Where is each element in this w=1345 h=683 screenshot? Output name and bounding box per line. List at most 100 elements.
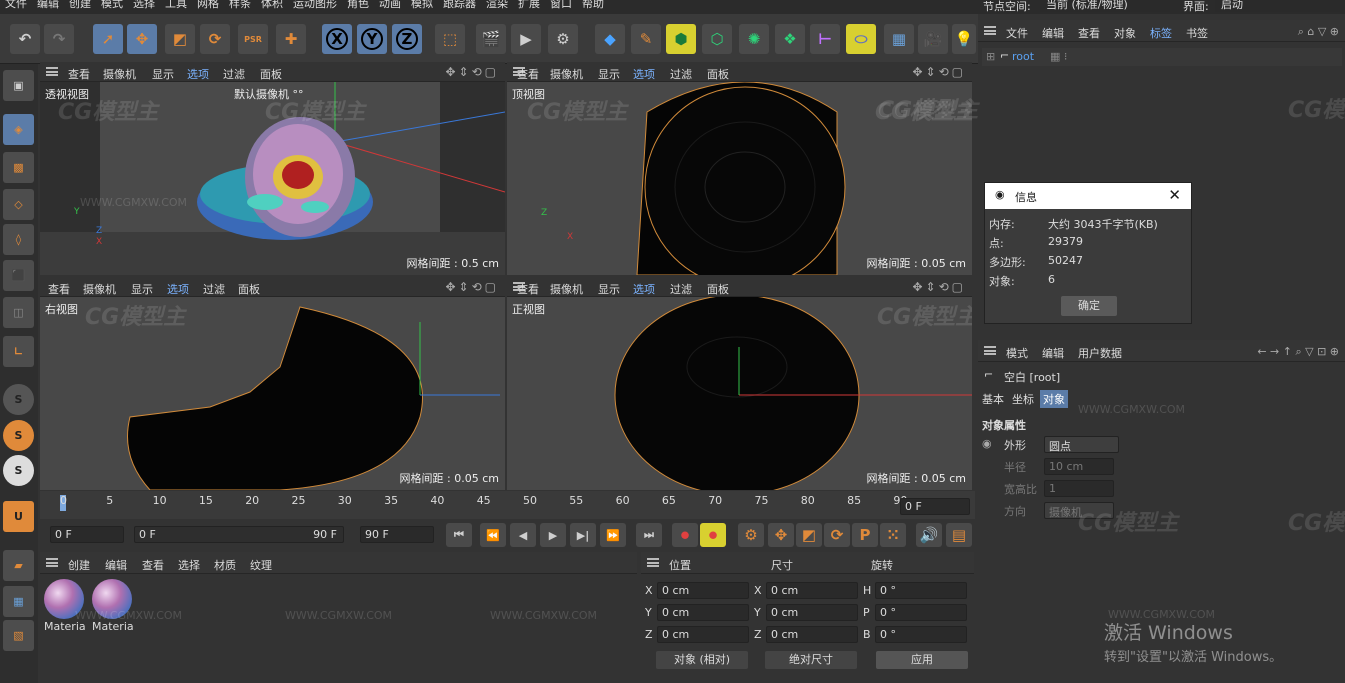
uv-mode-icon[interactable]: ◫ bbox=[3, 297, 34, 328]
viewport-nav-icons[interactable]: ✥⇕⟲▢ bbox=[912, 65, 966, 79]
mat-menu-edit[interactable]: 编辑 bbox=[105, 557, 127, 573]
go-to-start-icon[interactable]: ⏮ bbox=[446, 523, 472, 547]
redo-icon[interactable]: ↷ bbox=[44, 24, 74, 54]
vp-menu-options[interactable]: 选项 bbox=[167, 281, 189, 297]
vp-menu-display[interactable]: 显示 bbox=[131, 281, 153, 297]
floor-icon[interactable]: ▦ bbox=[884, 24, 914, 54]
next-key-icon[interactable]: ⏩ bbox=[600, 523, 626, 547]
select-tool-icon[interactable]: ➚ bbox=[93, 24, 123, 54]
vp-menu-options[interactable]: 选项 bbox=[633, 66, 655, 82]
key-rotation-icon[interactable]: ⟳ bbox=[824, 523, 850, 547]
size-mode-select[interactable]: 绝对尺寸 bbox=[765, 651, 857, 669]
menu-item[interactable]: 体积 bbox=[261, 0, 283, 9]
z-axis-button[interactable]: Z bbox=[392, 24, 422, 54]
timeline-ruler[interactable]: 051015202530354045505560657075808590 bbox=[40, 491, 975, 519]
x-axis-button[interactable]: X bbox=[322, 24, 352, 54]
mat-menu-select[interactable]: 选择 bbox=[178, 557, 200, 573]
menu-item[interactable]: 文件 bbox=[5, 0, 27, 9]
rotate-tool-icon[interactable]: ⟳ bbox=[200, 24, 230, 54]
am-menu-userdata[interactable]: 用户数据 bbox=[1078, 345, 1122, 361]
vp-menu-camera[interactable]: 摄像机 bbox=[550, 281, 583, 297]
vp-menu-panel[interactable]: 面板 bbox=[707, 66, 729, 82]
cloner-icon[interactable]: ✺ bbox=[739, 24, 769, 54]
tree-row-root[interactable]: ⊞ ⌐ root ▦ ⁝ bbox=[982, 48, 1342, 66]
frame-range-slider[interactable]: 0 F 90 F bbox=[134, 526, 344, 543]
aspect-field[interactable]: 1 bbox=[1044, 480, 1114, 497]
play-icon[interactable]: ▶ bbox=[540, 523, 566, 547]
coordinate-system-icon[interactable]: ⬚ bbox=[435, 24, 465, 54]
om-menu-objects[interactable]: 对象 bbox=[1114, 25, 1136, 41]
menu-item[interactable]: 运动图形 bbox=[293, 0, 337, 9]
am-menu-mode[interactable]: 模式 bbox=[1006, 345, 1028, 361]
viewport-canvas[interactable]: 透视视图 默认摄像机 °° 网格间距 : 0.5 cm Y Z X CG模型主 … bbox=[40, 82, 505, 275]
y-axis-button[interactable]: Y bbox=[357, 24, 387, 54]
snap-s3-icon[interactable]: S bbox=[3, 455, 34, 486]
tab-basic[interactable]: 基本 bbox=[982, 391, 1004, 407]
material-item[interactable]: Materia bbox=[44, 579, 88, 633]
menu-item[interactable]: 模拟 bbox=[411, 0, 433, 9]
am-menu-edit[interactable]: 编辑 bbox=[1042, 345, 1064, 361]
camera-icon[interactable]: 🎥 bbox=[918, 24, 948, 54]
menu-item[interactable]: 渲染 bbox=[486, 0, 508, 9]
vp-menu-view[interactable]: 查看 bbox=[48, 281, 70, 297]
next-frame-icon[interactable]: ▶| bbox=[570, 523, 596, 547]
workplane-icon[interactable]: ▰ bbox=[3, 550, 34, 581]
vp-menu-camera[interactable]: 摄像机 bbox=[103, 66, 136, 82]
close-icon[interactable]: ✕ bbox=[1168, 186, 1181, 204]
key-parameter-icon[interactable]: P bbox=[852, 523, 878, 547]
record-icon[interactable]: ⏺ bbox=[672, 523, 698, 547]
viewport-canvas[interactable]: 右视图 网格间距 : 0.05 cm CG模型主 bbox=[40, 297, 505, 490]
radius-field[interactable]: 10 cm bbox=[1044, 458, 1114, 475]
key-scale-icon[interactable]: ◩ bbox=[796, 523, 822, 547]
undo-icon[interactable]: ↶ bbox=[10, 24, 40, 54]
vp-menu-view[interactable]: 查看 bbox=[68, 66, 90, 82]
key-position-icon[interactable]: ✥ bbox=[768, 523, 794, 547]
mograph-icon[interactable]: ❖ bbox=[775, 24, 805, 54]
om-menu-edit[interactable]: 编辑 bbox=[1042, 25, 1064, 41]
coord-mode-select[interactable]: 对象 (相对) bbox=[656, 651, 748, 669]
move-tool-icon[interactable]: ✥ bbox=[127, 24, 157, 54]
viewport-right[interactable]: 查看 摄像机 显示 选项 过滤 面板 ✥⇕⟲▢ 右视图 网格间距 : 0.05 … bbox=[40, 277, 505, 490]
previous-frame-icon[interactable]: ◀ bbox=[510, 523, 536, 547]
om-menu-bookmarks[interactable]: 书签 bbox=[1186, 25, 1208, 41]
menu-item[interactable]: 跟踪器 bbox=[443, 0, 476, 9]
edges-mode-icon[interactable]: ◊ bbox=[3, 224, 34, 255]
vp-menu-panel[interactable]: 面板 bbox=[238, 281, 260, 297]
axis-mode-icon[interactable]: ∟ bbox=[3, 336, 34, 367]
current-frame-field[interactable]: 0 F bbox=[900, 498, 970, 515]
viewport-nav-icons[interactable]: ✥⇕⟲▢ bbox=[912, 280, 966, 294]
vp-menu-filter[interactable]: 过滤 bbox=[203, 281, 225, 297]
start-frame-field[interactable]: 0 F bbox=[50, 526, 124, 543]
mat-menu-create[interactable]: 创建 bbox=[68, 557, 90, 573]
cube-icon[interactable]: ◆ bbox=[595, 24, 625, 54]
om-menu-tags[interactable]: 标签 bbox=[1150, 25, 1172, 41]
menu-icon[interactable] bbox=[46, 67, 58, 76]
am-nav-icons[interactable]: ← → ↑ ⌕ ▽ ⊡ ⊕ bbox=[1257, 345, 1339, 359]
model-mode-icon[interactable]: ◈ bbox=[3, 114, 34, 145]
light-icon[interactable]: 💡 bbox=[952, 24, 976, 54]
rotation-field[interactable]: 0 ° bbox=[875, 604, 967, 621]
vp-menu-panel[interactable]: 面板 bbox=[707, 281, 729, 297]
points-mode-icon[interactable]: ◇ bbox=[3, 189, 34, 220]
vp-menu-filter[interactable]: 过滤 bbox=[223, 66, 245, 82]
psr-icon[interactable]: PSR bbox=[238, 24, 268, 54]
grid-lock-icon[interactable]: ▦ bbox=[3, 586, 34, 617]
mat-menu-texture[interactable]: 纹理 bbox=[250, 557, 272, 573]
menu-icon[interactable] bbox=[984, 346, 996, 355]
menu-item[interactable]: 网格 bbox=[197, 0, 219, 9]
menu-icon[interactable] bbox=[647, 558, 659, 567]
menu-item[interactable]: 创建 bbox=[69, 0, 91, 9]
key-pla-icon[interactable]: ⁙ bbox=[880, 523, 906, 547]
vp-menu-options[interactable]: 选项 bbox=[187, 66, 209, 82]
menu-icon[interactable] bbox=[984, 26, 996, 35]
position-field[interactable]: 0 cm bbox=[657, 604, 749, 621]
vp-menu-view[interactable]: 查看 bbox=[517, 281, 539, 297]
field-icon[interactable]: ⬭ bbox=[846, 24, 876, 54]
viewport-front[interactable]: 查看 摄像机 显示 选项 过滤 面板 ✥⇕⟲▢ 正视图 网格间距 : 0.05 … bbox=[507, 277, 972, 490]
rotation-field[interactable]: 0 ° bbox=[875, 582, 967, 599]
deformer-icon[interactable]: ⊢ bbox=[810, 24, 840, 54]
vp-menu-view[interactable]: 查看 bbox=[517, 66, 539, 82]
om-menu-file[interactable]: 文件 bbox=[1006, 25, 1028, 41]
pen-icon[interactable]: ✎ bbox=[631, 24, 661, 54]
render-to-picture-viewer-icon[interactable]: ▶ bbox=[511, 24, 541, 54]
